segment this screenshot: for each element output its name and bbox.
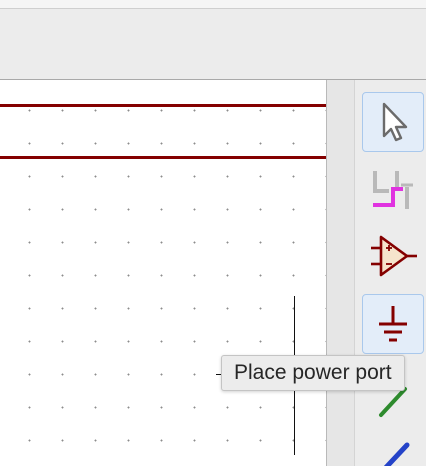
blue-bus-icon <box>383 442 410 466</box>
schematic-canvas[interactable] <box>0 80 326 466</box>
wire-to-bus-entry-icon <box>373 171 413 209</box>
ground-power-port-icon <box>379 306 407 342</box>
canvas-scrollbar-gutter[interactable] <box>327 80 354 466</box>
place-power-tool-button[interactable] <box>362 294 424 354</box>
arrow-cursor-icon <box>382 102 408 142</box>
tooltip-text: Place power port <box>234 361 392 384</box>
tooltip: Place power port <box>221 355 405 391</box>
schematic-wire-top[interactable] <box>0 104 326 107</box>
place-bus-tool-button[interactable] <box>362 428 424 466</box>
top-toolbar-area <box>0 9 426 80</box>
kicad-schematic-editor: Place power port <box>0 0 426 466</box>
place-symbol-tool-button[interactable] <box>362 226 424 286</box>
select-tool-button[interactable] <box>362 92 424 152</box>
window-top-strip <box>0 0 426 9</box>
right-toolbar <box>354 80 426 466</box>
opamp-symbol-icon <box>371 235 417 277</box>
place-no-connect-tool-button[interactable] <box>362 160 424 220</box>
schematic-wire-bottom[interactable] <box>0 156 326 159</box>
